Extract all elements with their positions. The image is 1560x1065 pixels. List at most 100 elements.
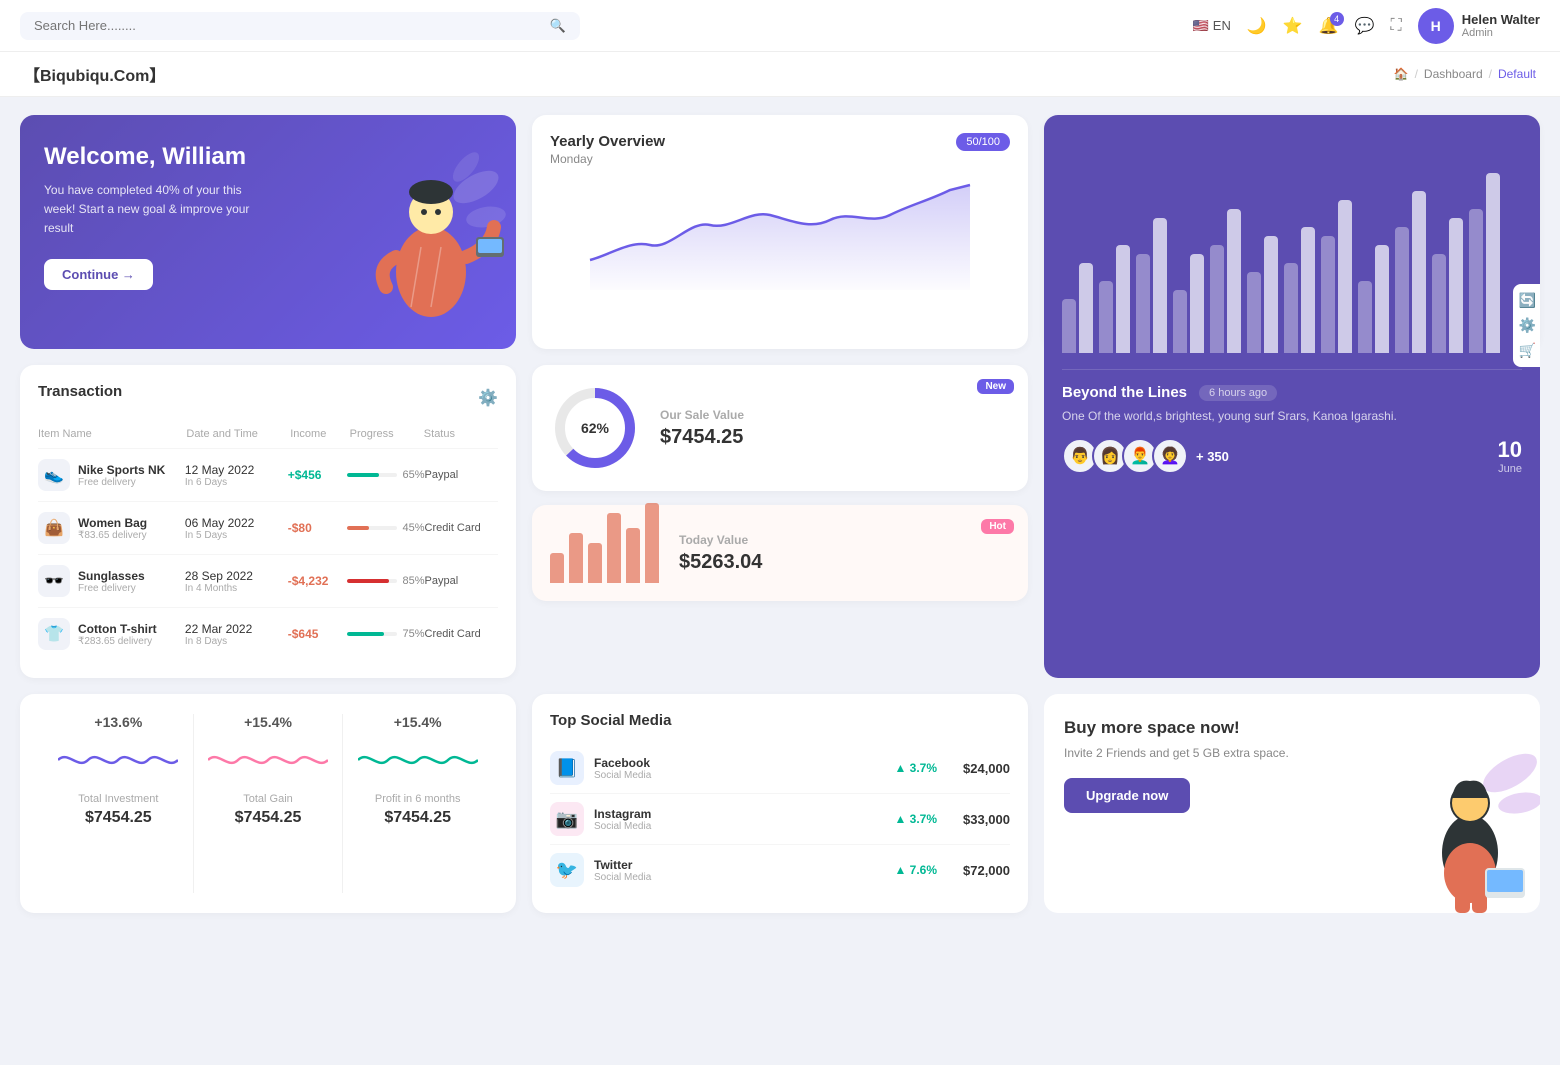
user-role: Admin — [1462, 27, 1540, 39]
item-cell: 👟 Nike Sports NK Free delivery — [38, 459, 185, 491]
bar — [1321, 236, 1335, 353]
social-info: Instagram Social Media — [594, 807, 651, 832]
upgrade-button[interactable]: Upgrade now — [1064, 778, 1190, 813]
bar — [1358, 281, 1372, 353]
sep2: / — [1489, 67, 1492, 81]
stat-pct: +13.6% — [52, 714, 185, 730]
our-sale-value-card: New 62% Our Sale Value $7454.25 — [532, 365, 1028, 491]
today-title: Today Value — [679, 533, 762, 547]
progress-bar — [347, 473, 397, 477]
date-cell: 22 Mar 2022 In 8 Days — [185, 622, 288, 647]
table-row: 👕 Cotton T-shirt ₹283.65 delivery 22 Mar… — [38, 608, 498, 660]
person-svg — [346, 147, 506, 317]
social-name: Facebook — [594, 756, 651, 770]
breadcrumb-default: Default — [1498, 67, 1536, 81]
date-info: 10 June — [1498, 437, 1522, 475]
refresh-icon[interactable]: 🔄 — [1519, 292, 1536, 309]
item-details: Sunglasses Free delivery — [78, 569, 145, 594]
bar-group — [1321, 200, 1352, 353]
today-value-card: Hot Today Value $5263.04 — [532, 505, 1028, 601]
sep1: / — [1415, 67, 1418, 81]
bar — [1449, 218, 1463, 353]
progress-fill — [347, 632, 385, 636]
transaction-settings[interactable]: ⚙️ — [478, 388, 498, 408]
date-cell: 06 May 2022 In 5 Days — [185, 516, 288, 541]
bar-chart-area — [1062, 153, 1522, 353]
bar-group — [1099, 245, 1130, 353]
side-settings-icon[interactable]: ⚙️ — [1519, 317, 1536, 334]
days: In 8 Days — [185, 636, 288, 647]
item-details: Cotton T-shirt ₹283.65 delivery — [78, 622, 157, 647]
stat-label: Total Investment — [52, 793, 185, 805]
bar — [1284, 263, 1298, 353]
breadcrumb-dashboard[interactable]: Dashboard — [1424, 67, 1483, 81]
bar — [1432, 254, 1446, 353]
progress-cell: 85% — [347, 575, 425, 587]
bar — [1247, 272, 1261, 353]
stat-value: $7454.25 — [202, 809, 335, 827]
welcome-card: Welcome, William You have completed 40% … — [20, 115, 516, 349]
progress-bar — [347, 526, 397, 530]
today-bar — [569, 533, 583, 583]
days: In 6 Days — [185, 477, 288, 488]
bar — [1190, 254, 1204, 353]
date: 06 May 2022 — [185, 516, 288, 530]
avatar: H — [1418, 8, 1454, 44]
continue-button[interactable]: Continue → — [44, 259, 153, 290]
bar-group — [1210, 209, 1241, 353]
social-pct: ▲ 7.6% — [894, 863, 937, 877]
date: 22 Mar 2022 — [185, 622, 288, 636]
search-input[interactable] — [34, 18, 542, 33]
yearly-overview-card: Yearly Overview Monday 50/100 — [532, 115, 1028, 349]
transaction-card: Transaction ⚙️ Item Name Date and Time I… — [20, 365, 516, 678]
theme-toggle[interactable]: 🌙 — [1247, 16, 1267, 36]
bar — [1395, 227, 1409, 353]
search-bar[interactable]: 🔍 — [20, 12, 580, 40]
social-icon: 📷 — [550, 802, 584, 836]
upgrade-svg — [1400, 743, 1540, 913]
social-info: Facebook Social Media — [594, 756, 651, 781]
social-icon: 🐦 — [550, 853, 584, 887]
avatar-4: 👩‍🦱 — [1152, 438, 1188, 474]
today-bar — [550, 553, 564, 583]
item-icon: 🕶️ — [38, 565, 70, 597]
stat-value: $7454.25 — [351, 809, 484, 827]
progress-pct: 45% — [403, 522, 425, 534]
home-icon[interactable]: 🏠 — [1394, 67, 1409, 81]
progress-pct: 65% — [403, 469, 425, 481]
bar-group — [1432, 218, 1463, 353]
item-details: Nike Sports NK Free delivery — [78, 463, 165, 488]
cart-icon[interactable]: 🛒 — [1519, 342, 1536, 359]
social-amount: $72,000 — [963, 863, 1010, 878]
bar-group — [1247, 236, 1278, 353]
notification-icon[interactable]: 🔔 4 — [1319, 16, 1339, 36]
language-selector[interactable]: 🇺🇸 EN — [1193, 18, 1231, 34]
hot-badge: Hot — [981, 519, 1014, 534]
item-desc: Free delivery — [78, 477, 165, 488]
user-menu[interactable]: H Helen Walter Admin — [1418, 8, 1540, 44]
date: 12 May 2022 — [185, 463, 288, 477]
item-cell: 👜 Women Bag ₹83.65 delivery — [38, 512, 185, 544]
bar — [1210, 245, 1224, 353]
item-cell: 🕶️ Sunglasses Free delivery — [38, 565, 185, 597]
item-desc: ₹283.65 delivery — [78, 636, 157, 647]
welcome-illustration — [326, 115, 516, 349]
beyond-time: 6 hours ago — [1199, 385, 1277, 401]
bar — [1469, 209, 1483, 353]
table-row: 👟 Nike Sports NK Free delivery 12 May 20… — [38, 449, 498, 502]
bar — [1264, 236, 1278, 353]
progress-bar — [347, 579, 397, 583]
social-type: Social Media — [594, 821, 651, 832]
star-icon[interactable]: ⭐ — [1283, 16, 1303, 36]
fullscreen-icon[interactable]: ⛶ — [1391, 17, 1402, 35]
progress-bar — [347, 632, 397, 636]
stats-card: +13.6% Total Investment $7454.25 +15.4% … — [20, 694, 516, 913]
chat-icon[interactable]: 💬 — [1355, 16, 1375, 36]
yearly-chart — [550, 170, 1010, 290]
sale-info: Our Sale Value $7454.25 — [660, 408, 744, 449]
status-cell: Paypal — [425, 575, 498, 587]
today-bar — [626, 528, 640, 583]
social-type: Social Media — [594, 770, 651, 781]
stat-value: $7454.25 — [52, 809, 185, 827]
beyond-header: Beyond the Lines 6 hours ago — [1062, 384, 1522, 401]
